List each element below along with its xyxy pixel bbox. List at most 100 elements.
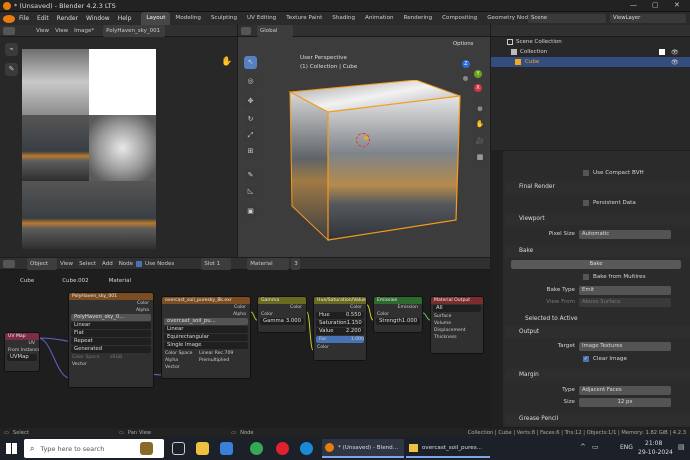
cortana-icon[interactable] bbox=[140, 442, 153, 455]
image-view-menu[interactable]: View bbox=[33, 25, 52, 37]
scene-selector[interactable]: Scene bbox=[528, 14, 606, 23]
checkbox-icon[interactable] bbox=[583, 170, 589, 176]
view-from-dropdown[interactable]: Above Surface bbox=[579, 297, 671, 307]
checkbox-icon[interactable] bbox=[583, 274, 589, 280]
windows-start-icon[interactable] bbox=[6, 443, 17, 454]
viewport-editor-icon[interactable] bbox=[241, 26, 251, 35]
tab-shading[interactable]: Shading bbox=[327, 12, 360, 25]
persistent-data-row[interactable]: Persistent Data bbox=[583, 197, 636, 209]
blender-menu-icon[interactable] bbox=[3, 14, 15, 23]
checkbox-checked-icon[interactable]: ✓ bbox=[583, 356, 589, 362]
sample-tool-icon[interactable]: ⌁ bbox=[5, 43, 18, 56]
uvmap-node[interactable]: UV Map UV From Instancer UVMap bbox=[4, 332, 40, 372]
projection-dropdown[interactable]: Flat bbox=[71, 330, 151, 337]
menu-window[interactable]: Window bbox=[82, 12, 114, 25]
alpha-mode-row[interactable]: Alpha Premultiplied bbox=[162, 357, 250, 364]
gamma-value-field[interactable]: Gamma 3.000 bbox=[260, 318, 304, 325]
pixel-size-dropdown[interactable]: Automatic bbox=[579, 229, 671, 239]
bake-button[interactable]: Bake bbox=[511, 260, 681, 269]
compact-bvh-row[interactable]: Use Compact BVH bbox=[583, 167, 644, 179]
saturation-field[interactable]: Saturation 1.150 bbox=[316, 320, 364, 327]
orientation-dropdown[interactable]: Global bbox=[257, 24, 293, 37]
image-view2-menu[interactable]: View bbox=[52, 25, 71, 37]
hsv-node[interactable]: Hue/Saturation/Value Color Hue 0.550 Satu… bbox=[313, 296, 367, 361]
3d-cursor-icon[interactable] bbox=[356, 133, 370, 147]
margin-section[interactable]: Margin bbox=[505, 369, 690, 381]
output-section[interactable]: Output bbox=[505, 326, 690, 338]
outliner-item-collection[interactable]: Collection 👁 bbox=[491, 47, 690, 57]
outliner-item-scene-collection[interactable]: Scene Collection bbox=[491, 37, 690, 47]
node-editor[interactable]: Object View Select Add Node Use Nodes Sl… bbox=[0, 257, 490, 427]
grease-pencil-section[interactable]: Grease Pencil bbox=[505, 413, 690, 425]
tab-sculpting[interactable]: Sculpting bbox=[206, 12, 242, 25]
tab-rendering[interactable]: Rendering bbox=[399, 12, 438, 25]
tab-compositing[interactable]: Compositing bbox=[437, 12, 482, 25]
network-icon[interactable]: ▭ bbox=[592, 443, 599, 451]
image-name-field[interactable]: PolyHaven_sky_0... bbox=[71, 314, 151, 321]
opera-icon[interactable] bbox=[276, 442, 289, 455]
image-texture-node-1[interactable]: PolyHaven_sky_001 Color Alpha PolyHaven_… bbox=[68, 292, 154, 388]
checkbox-icon[interactable] bbox=[659, 49, 665, 55]
language-indicator[interactable]: ENG bbox=[620, 444, 633, 451]
bake-from-multires-row[interactable]: Bake from Multires bbox=[583, 271, 646, 283]
tab-modeling[interactable]: Modeling bbox=[170, 12, 205, 25]
move-tool-icon[interactable]: ✥ bbox=[244, 95, 257, 108]
eye-icon[interactable]: 👁 bbox=[671, 49, 679, 56]
measure-icon[interactable]: ◺ bbox=[244, 185, 257, 198]
target-dropdown[interactable]: All bbox=[433, 305, 481, 312]
file-explorer-icon[interactable] bbox=[196, 442, 209, 455]
value-field[interactable]: Value 2.200 bbox=[316, 328, 364, 335]
annotate-icon[interactable]: ✎ bbox=[244, 169, 257, 182]
selected-to-active-section[interactable]: Selected to Active bbox=[511, 313, 690, 325]
store-icon[interactable] bbox=[220, 442, 233, 455]
gizmo-z-axis[interactable]: Z bbox=[462, 60, 470, 68]
margin-size-field[interactable]: 12 px bbox=[579, 397, 671, 407]
final-render-section[interactable]: Final Render bbox=[505, 181, 690, 193]
margin-type-dropdown[interactable]: Adjacent Faces bbox=[579, 385, 671, 395]
target-dropdown[interactable]: Image Textures bbox=[579, 341, 671, 351]
image-name-field[interactable]: overcast_soil_pu... bbox=[164, 318, 248, 325]
tab-texture-paint[interactable]: Texture Paint bbox=[281, 12, 327, 25]
close-icon[interactable]: ✕ bbox=[674, 1, 680, 9]
transform-tool-icon[interactable]: ⊞ bbox=[244, 145, 257, 158]
clear-image-row[interactable]: ✓ Clear Image bbox=[583, 353, 627, 365]
menu-render[interactable]: Render bbox=[53, 12, 82, 25]
taskbar-folder[interactable]: overcast_soil_pures... bbox=[406, 439, 490, 458]
options-button[interactable]: Options bbox=[450, 40, 482, 49]
edge-icon[interactable] bbox=[300, 442, 313, 455]
annotate-tool-icon[interactable]: ✎ bbox=[5, 63, 18, 76]
image-menu[interactable]: Image* bbox=[71, 25, 97, 37]
gamma-node[interactable]: Gamma Color Color Gamma 3.000 bbox=[257, 296, 307, 333]
rotate-tool-icon[interactable]: ↻ bbox=[244, 113, 257, 126]
color-space-row[interactable]: Color Space Linear Rec.709 bbox=[162, 350, 250, 357]
bake-section[interactable]: Bake bbox=[505, 245, 690, 257]
image-texture-node-2[interactable]: overcast_soil_puresky_8k.exr Color Alpha… bbox=[161, 296, 251, 379]
notification-icon[interactable]: ▤ bbox=[678, 443, 685, 451]
gizmo-y-axis[interactable]: Y bbox=[474, 70, 482, 78]
3d-viewport[interactable]: Global Options User Perspective (1) Coll… bbox=[238, 24, 490, 257]
task-view-icon[interactable] bbox=[172, 442, 185, 455]
minimize-icon[interactable]: — bbox=[630, 1, 637, 9]
cube-object[interactable] bbox=[284, 80, 490, 262]
menu-file[interactable]: File bbox=[15, 12, 33, 25]
extension-dropdown[interactable]: Repeat bbox=[71, 338, 151, 345]
hand-icon[interactable]: ✋ bbox=[221, 57, 232, 67]
cursor-tool-icon[interactable]: ◎ bbox=[244, 75, 257, 88]
outliner-item-cube[interactable]: Cube 👁 bbox=[491, 57, 690, 67]
chrome-icon[interactable] bbox=[250, 442, 263, 455]
clock-date[interactable]: 29-10-2024 bbox=[638, 449, 673, 456]
from-instancer-label[interactable]: From Instancer bbox=[5, 347, 39, 354]
clock-time[interactable]: 21:08 bbox=[645, 440, 662, 447]
tab-layout[interactable]: Layout bbox=[141, 12, 171, 25]
image-name-field[interactable]: PolyHaven_sky_001 bbox=[103, 24, 166, 37]
interpolation-dropdown[interactable]: Linear bbox=[71, 322, 151, 329]
material-output-node[interactable]: Material Output All Surface Volume Displ… bbox=[430, 296, 484, 354]
taskbar-blender[interactable]: * (Unsaved) - Blend... bbox=[322, 439, 404, 458]
viewport-section[interactable]: Viewport bbox=[505, 213, 690, 225]
menu-edit[interactable]: Edit bbox=[33, 12, 53, 25]
eye-icon[interactable]: 👁 bbox=[671, 59, 679, 66]
viewlayer-selector[interactable]: ViewLayer bbox=[610, 14, 686, 23]
projection-dropdown[interactable]: Equirectangular bbox=[164, 334, 248, 341]
hue-field[interactable]: Hue 0.550 bbox=[316, 312, 364, 319]
select-tool-icon[interactable]: ↖ bbox=[244, 56, 257, 69]
